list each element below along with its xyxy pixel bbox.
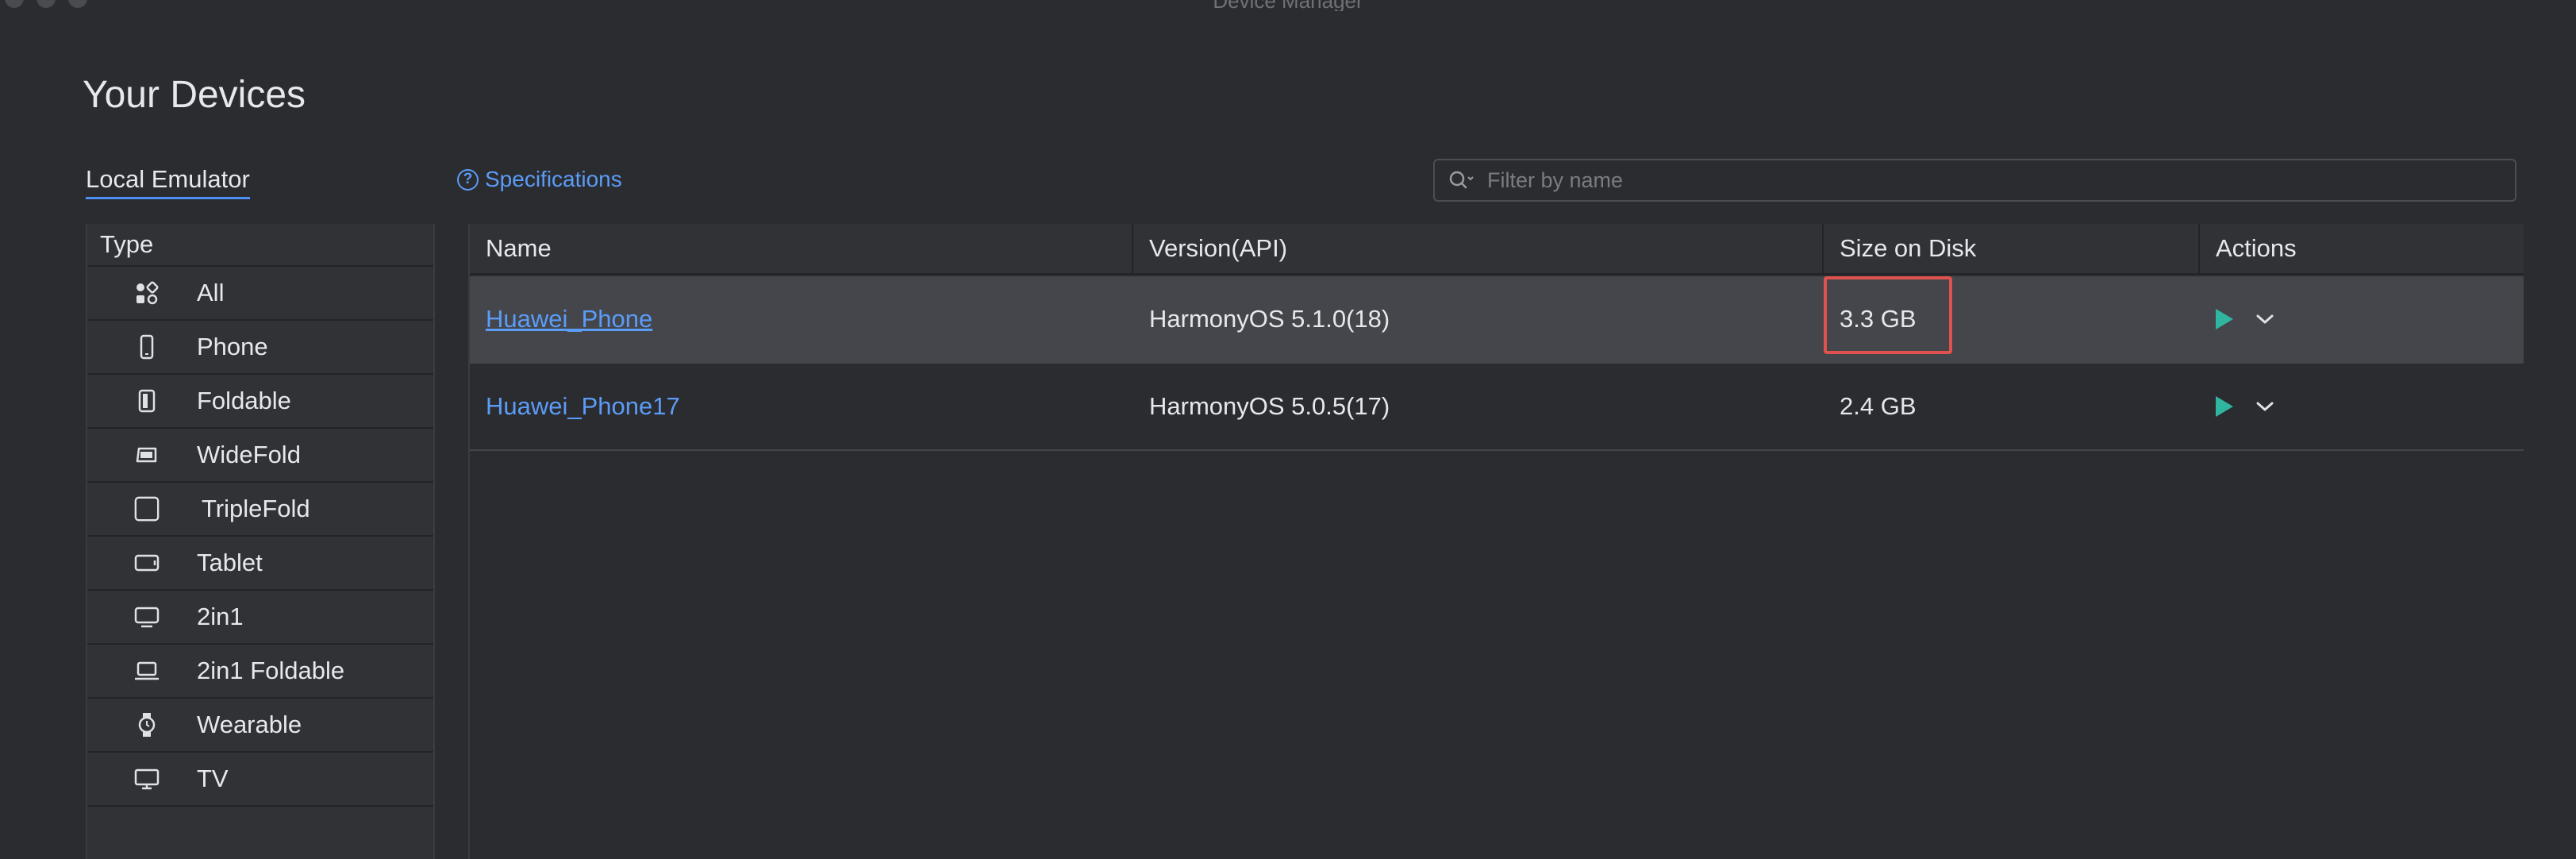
page-title: Your Devices — [83, 74, 306, 116]
sidebar-item-wearable[interactable]: Wearable — [87, 699, 433, 753]
sidebar-item-label: 2in1 Foldable — [197, 657, 345, 684]
chevron-down-icon — [2256, 314, 2274, 324]
table-row[interactable]: Huawei_Phone HarmonyOS 5.1.0(18) 3.3 GB — [470, 276, 2524, 364]
specifications-link[interactable]: ? Specifications — [457, 167, 622, 192]
watch-icon — [133, 711, 160, 738]
all-categories-icon — [133, 279, 160, 306]
tv-icon — [133, 765, 160, 792]
play-icon — [2216, 396, 2233, 417]
laptop-icon — [133, 657, 160, 684]
device-name-link[interactable]: Huawei_Phone — [470, 276, 652, 362]
tab-local-emulator[interactable]: Local Emulator — [86, 165, 250, 199]
sidebar-item-label: Wearable — [197, 711, 302, 738]
sidebar-item-2in1-foldable[interactable]: 2in1 Foldable — [87, 645, 433, 699]
help-circle-icon: ? — [457, 168, 479, 191]
sidebar-item-foldable[interactable]: Foldable — [87, 375, 433, 429]
sidebar-item-tv[interactable]: TV — [87, 753, 433, 807]
table-header: Name Version(API) Size on Disk Actions — [470, 224, 2524, 275]
chevron-down-icon — [2256, 402, 2274, 411]
phone-icon — [133, 333, 160, 360]
more-actions-dropdown[interactable] — [2251, 391, 2279, 422]
search-icon — [1448, 168, 1479, 192]
widefold-icon — [133, 441, 160, 468]
sidebar-item-phone[interactable]: Phone — [87, 321, 433, 375]
sidebar-item-label: Tablet — [197, 549, 263, 576]
type-header: Type — [87, 224, 433, 267]
sidebar-item-label: All — [197, 279, 225, 306]
column-header-name[interactable]: Name — [470, 224, 1133, 273]
specifications-label: Specifications — [485, 167, 622, 191]
column-header-version[interactable]: Version(API) — [1133, 224, 1824, 273]
device-version: HarmonyOS 5.1.0(18) — [1149, 305, 1390, 333]
window-title: Device Manager — [0, 0, 2576, 11]
window-titlebar: Device Manager — [0, 0, 2576, 11]
sidebar-item-triplefold[interactable]: TripleFold — [87, 483, 433, 537]
run-device-button[interactable] — [2208, 303, 2240, 335]
foldable-icon — [133, 387, 160, 414]
sidebar-item-widefold[interactable]: WideFold — [87, 429, 433, 483]
table-row[interactable]: Huawei_Phone17 HarmonyOS 5.0.5(17) 2.4 G… — [470, 364, 2524, 451]
sidebar-item-tablet[interactable]: Tablet — [87, 537, 433, 591]
sidebar-item-label: 2in1 — [197, 603, 244, 630]
device-name-link[interactable]: Huawei_Phone17 — [470, 364, 680, 449]
sidebar-item-label: Foldable — [197, 387, 291, 414]
device-version: HarmonyOS 5.0.5(17) — [1149, 392, 1390, 420]
sidebar-item-label: Phone — [197, 333, 268, 360]
row-actions — [2208, 364, 2279, 449]
sidebar-item-all[interactable]: All — [87, 267, 433, 321]
sidebar-item-label: WideFold — [197, 441, 301, 468]
row-actions — [2208, 276, 2279, 362]
sidebar-item-2in1[interactable]: 2in1 — [87, 591, 433, 645]
device-size: 3.3 GB — [1840, 305, 1917, 333]
type-sidebar: Type All Phone Foldable WideFold TripleF… — [86, 224, 435, 859]
device-size: 2.4 GB — [1840, 392, 1917, 420]
filter-field[interactable] — [1433, 159, 2516, 202]
play-icon — [2216, 309, 2233, 329]
column-header-actions: Actions — [2216, 234, 2297, 262]
more-actions-dropdown[interactable] — [2251, 303, 2279, 335]
sidebar-item-label: TripleFold — [202, 495, 310, 522]
triplefold-icon — [133, 495, 160, 522]
column-header-size[interactable]: Size on Disk — [1824, 224, 2200, 273]
filter-input[interactable] — [1486, 167, 2515, 194]
monitor-icon — [133, 603, 160, 630]
sidebar-item-label: TV — [197, 765, 229, 792]
devices-table: Name Version(API) Size on Disk Actions H… — [468, 224, 2524, 859]
tablet-icon — [133, 549, 160, 576]
run-device-button[interactable] — [2208, 391, 2240, 422]
